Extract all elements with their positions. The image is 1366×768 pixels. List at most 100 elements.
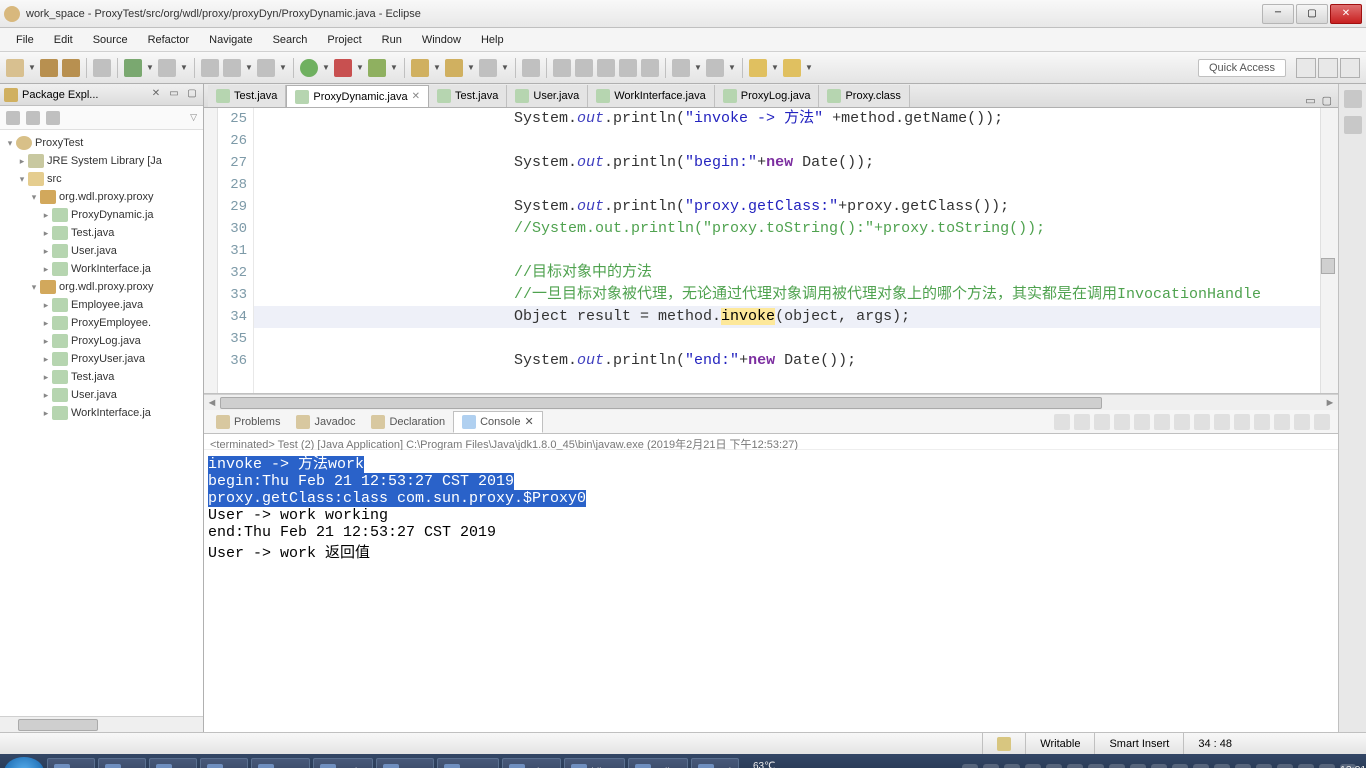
- horizontal-scrollbar[interactable]: [0, 716, 203, 732]
- tree-item[interactable]: ▸User.java: [0, 242, 203, 260]
- tool-icon[interactable]: [706, 59, 724, 77]
- save-all-icon[interactable]: [62, 59, 80, 77]
- maximize-button[interactable]: ▢: [1296, 4, 1328, 24]
- editor-tab[interactable]: User.java: [507, 85, 588, 107]
- tray-icon[interactable]: [1319, 764, 1335, 768]
- task-button[interactable]: [47, 758, 95, 768]
- tool-icon[interactable]: [641, 59, 659, 77]
- tool-icon[interactable]: [1194, 414, 1210, 430]
- back-icon[interactable]: [749, 59, 767, 77]
- tool-icon[interactable]: [201, 59, 219, 77]
- tray-icon[interactable]: [1277, 764, 1293, 768]
- maximize-icon[interactable]: ▢: [1322, 94, 1332, 107]
- task-button[interactable]: F:\o...: [502, 758, 562, 768]
- menu-refactor[interactable]: Refactor: [138, 34, 200, 46]
- view-tab[interactable]: Problems: [208, 411, 288, 433]
- dropdown-icon[interactable]: ▼: [805, 63, 813, 72]
- minimize-icon[interactable]: ▭: [167, 88, 181, 102]
- dropdown-icon[interactable]: ▼: [771, 63, 779, 72]
- tray-icon[interactable]: [983, 764, 999, 768]
- tool-icon[interactable]: [672, 59, 690, 77]
- tree-item[interactable]: ▾ProxyTest: [0, 134, 203, 152]
- clock[interactable]: 13:012019-02-21: [1340, 764, 1356, 768]
- dropdown-icon[interactable]: ▼: [433, 63, 441, 72]
- tree-item[interactable]: ▸User.java: [0, 386, 203, 404]
- tray-icon[interactable]: [1193, 764, 1209, 768]
- scroll-lock-icon[interactable]: [1174, 414, 1190, 430]
- search-icon[interactable]: [479, 59, 497, 77]
- console-output[interactable]: invoke -> 方法workbegin:Thu Feb 21 12:53:2…: [204, 450, 1338, 732]
- dropdown-icon[interactable]: ▼: [146, 63, 154, 72]
- run-icon[interactable]: [300, 59, 318, 77]
- tool-icon[interactable]: [1114, 414, 1130, 430]
- tree-item[interactable]: ▾src: [0, 170, 203, 188]
- code-area[interactable]: System.out.println("invoke -> 方法" +metho…: [254, 108, 1320, 393]
- tool-icon[interactable]: [553, 59, 571, 77]
- editor-tab[interactable]: Test.java: [208, 85, 286, 107]
- tray-icon[interactable]: [1130, 764, 1146, 768]
- editor-tab[interactable]: ProxyLog.java: [715, 85, 820, 107]
- tray-icon[interactable]: [1172, 764, 1188, 768]
- tool-icon[interactable]: [257, 59, 275, 77]
- dropdown-icon[interactable]: ▼: [279, 63, 287, 72]
- dropdown-icon[interactable]: ▼: [694, 63, 702, 72]
- dropdown-icon[interactable]: ▼: [28, 63, 36, 72]
- menu-search[interactable]: Search: [263, 34, 318, 46]
- start-button[interactable]: [4, 757, 44, 768]
- tray-icon[interactable]: [1214, 764, 1230, 768]
- view-tab[interactable]: Javadoc: [288, 411, 363, 433]
- dropdown-icon[interactable]: ▼: [728, 63, 736, 72]
- code-editor[interactable]: 252627282930313233343536 System.out.prin…: [204, 108, 1338, 394]
- tool-icon[interactable]: [575, 59, 593, 77]
- tree-item[interactable]: ▸WorkInterface.ja: [0, 260, 203, 278]
- tray-icon[interactable]: [1046, 764, 1062, 768]
- link-editor-icon[interactable]: [26, 111, 40, 125]
- close-icon[interactable]: ✕: [149, 88, 163, 102]
- remove-icon[interactable]: [1074, 414, 1090, 430]
- tool-icon[interactable]: [1214, 414, 1230, 430]
- tool-icon[interactable]: [597, 59, 615, 77]
- pin-icon[interactable]: [1234, 414, 1250, 430]
- menu-edit[interactable]: Edit: [44, 34, 83, 46]
- task-button[interactable]: 360...: [251, 758, 310, 768]
- menu-source[interactable]: Source: [83, 34, 138, 46]
- task-button[interactable]: api: [691, 758, 739, 768]
- tray-icon[interactable]: [1256, 764, 1272, 768]
- dropdown-icon[interactable]: ▼: [467, 63, 475, 72]
- project-tree[interactable]: ▾ProxyTest▸JRE System Library [Ja▾src▾or…: [0, 130, 203, 716]
- maximize-icon[interactable]: ▢: [185, 88, 199, 102]
- tray-icon[interactable]: [1109, 764, 1125, 768]
- perspective-button[interactable]: [1296, 58, 1316, 78]
- task-button[interactable]: [98, 758, 146, 768]
- view-tab[interactable]: Declaration: [363, 411, 453, 433]
- task-button[interactable]: [149, 758, 197, 768]
- tree-item[interactable]: ▸ProxyUser.java: [0, 350, 203, 368]
- close-icon[interactable]: ✕: [524, 415, 533, 428]
- minimize-button[interactable]: ─: [1262, 4, 1294, 24]
- tool-icon[interactable]: [1054, 414, 1070, 430]
- new-package-icon[interactable]: [411, 59, 429, 77]
- editor-scrollbar[interactable]: ◄►: [204, 394, 1338, 410]
- tray-icon[interactable]: [1088, 764, 1104, 768]
- forward-icon[interactable]: [783, 59, 801, 77]
- task-button[interactable]: 代理...: [437, 758, 499, 768]
- menu-help[interactable]: Help: [471, 34, 514, 46]
- tray-icon[interactable]: [962, 764, 978, 768]
- debug-icon[interactable]: [124, 59, 142, 77]
- tree-item[interactable]: ▾org.wdl.proxy.proxy: [0, 278, 203, 296]
- maximize-icon[interactable]: [1314, 414, 1330, 430]
- menu-project[interactable]: Project: [317, 34, 371, 46]
- dropdown-icon[interactable]: ▼: [322, 63, 330, 72]
- tree-item[interactable]: ▸Test.java: [0, 224, 203, 242]
- tray-icon[interactable]: [1067, 764, 1083, 768]
- view-tab[interactable]: Console ✕: [453, 411, 543, 433]
- close-button[interactable]: ✕: [1330, 4, 1362, 24]
- view-menu-icon[interactable]: ▽: [190, 112, 197, 123]
- tree-item[interactable]: ▸Test.java: [0, 368, 203, 386]
- task-button[interactable]: jdk1...: [564, 758, 625, 768]
- task-button[interactable]: XMi...: [313, 758, 373, 768]
- tool-icon[interactable]: [1274, 414, 1290, 430]
- tool-icon[interactable]: [619, 59, 637, 77]
- outline-icon[interactable]: [1344, 90, 1362, 108]
- perspective-java[interactable]: [1318, 58, 1338, 78]
